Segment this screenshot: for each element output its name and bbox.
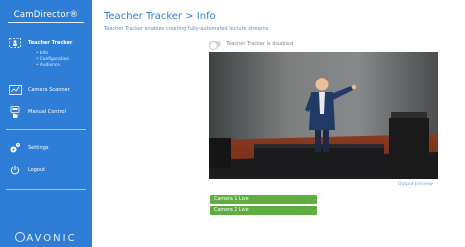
sidebar-item-logout[interactable]: Logout — [0, 163, 92, 177]
tracker-toggle[interactable] — [209, 40, 221, 50]
power-icon — [8, 164, 22, 176]
manual-control-icon — [8, 105, 22, 118]
output-preview-caption: Output preview — [398, 182, 433, 187]
sidebar-item-label: Logout — [28, 167, 46, 173]
tracker-toggle-row: Teacher Tracker is disabled — [209, 40, 294, 50]
camera-scanner-icon — [8, 84, 22, 96]
sidebar-divider — [6, 129, 86, 130]
sidebar-item-manual-control[interactable]: Manual Control — [0, 105, 92, 119]
sidebar-item-label: Manual Control — [28, 109, 66, 115]
teacher-tracker-submenu: Info Configuration Audience — [36, 51, 69, 70]
sidebar: CamDirector® Teacher Tracker Info Config… — [0, 0, 92, 247]
sidebar-item-label: Teacher Tracker — [28, 40, 73, 46]
tracker-toggle-label: Teacher Tracker is disabled — [226, 41, 294, 47]
brand-title: CamDirector® — [13, 10, 79, 20]
brand-divider — [8, 22, 84, 23]
logo-circle-icon — [15, 232, 26, 242]
page-subtitle: Teacher Tracker enables creating fully-a… — [104, 26, 270, 32]
sidebar-item-settings[interactable]: Settings — [0, 141, 92, 155]
sidebar-item-teacher-tracker[interactable]: Teacher Tracker — [0, 37, 92, 49]
logo-text: AVONIC — [26, 233, 77, 244]
sidebar-item-camera-scanner[interactable]: Camera Scanner — [0, 84, 92, 96]
sidebar-divider — [6, 189, 86, 190]
sidebar-item-label: Settings — [28, 145, 49, 151]
teacher-tracker-icon — [8, 37, 22, 49]
output-preview-video — [209, 52, 438, 179]
page-title: Teacher Tracker > Info — [104, 11, 216, 22]
gear-icon — [8, 142, 22, 154]
camera-1-live-indicator[interactable]: Camera 1 Live — [210, 195, 317, 204]
camera-2-live-indicator[interactable]: Camera 2 Live — [210, 206, 317, 215]
sidebar-item-label: Camera Scanner — [28, 87, 70, 93]
avonic-logo: AVONIC — [0, 232, 92, 244]
subitem-audience[interactable]: Audience — [36, 63, 69, 69]
